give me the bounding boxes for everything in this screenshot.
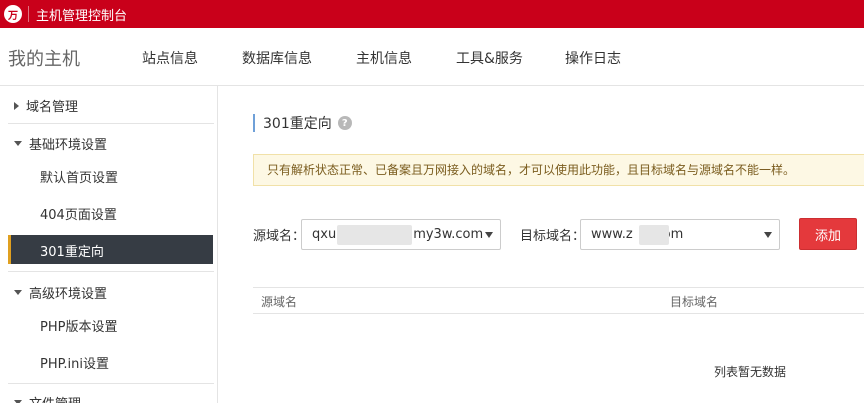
top-bar: 万 主机管理控制台 [0, 0, 864, 28]
sidebar-group-domain[interactable]: 域名管理 [14, 96, 78, 115]
caret-down-icon [14, 290, 22, 295]
divider [28, 6, 29, 22]
column-header-target: 目标域名 [670, 295, 719, 309]
sidebar-group-label: 基础环境设置 [29, 138, 108, 153]
notice-banner: 只有解析状态正常、已备案且万网接入的域名，才可以使用此功能，且目标域名与源域名不… [253, 154, 864, 186]
redaction-mask [337, 225, 412, 245]
logo-icon: 万 [4, 5, 22, 23]
sidebar-group-basic-env[interactable]: 基础环境设置 [14, 134, 107, 153]
redirect-table-header: 源域名 目标域名 [253, 287, 864, 314]
divider [8, 123, 214, 124]
chevron-down-icon [485, 232, 493, 238]
section-title: 301重定向 ? [253, 114, 352, 132]
sidebar: 域名管理 基础环境设置 默认首页设置 404页面设置 301重定向 高级环境设置… [0, 86, 218, 403]
main-navbar: 我的主机 站点信息 数据库信息 主机信息 工具&服务 操作日志 [0, 28, 864, 86]
divider [8, 383, 214, 384]
target-domain-label: 目标域名： [520, 229, 586, 244]
nav-operation-log[interactable]: 操作日志 [565, 48, 621, 68]
target-domain-value: www.z om [591, 227, 684, 242]
help-icon[interactable]: ? [337, 116, 352, 130]
add-button[interactable]: 添加 [799, 218, 857, 250]
source-domain-select[interactable]: qxu my3w.com [301, 219, 501, 250]
divider [8, 271, 214, 272]
sidebar-item-404-page[interactable]: 404页面设置 [40, 204, 117, 223]
sidebar-item-php-ini[interactable]: PHP.ini设置 [40, 353, 109, 372]
sidebar-group-label: 域名管理 [26, 100, 79, 115]
caret-down-icon [14, 141, 22, 146]
nav-tools-services[interactable]: 工具&服务 [456, 48, 523, 68]
main-content: 301重定向 ? 只有解析状态正常、已备案且万网接入的域名，才可以使用此功能，且… [219, 86, 864, 403]
sidebar-item-301-redirect[interactable]: 301重定向 [8, 235, 213, 264]
column-header-source: 源域名 [261, 295, 298, 309]
sidebar-group-label: 文件管理 [29, 393, 81, 403]
nav-host-info[interactable]: 主机信息 [356, 48, 412, 68]
sidebar-item-php-version[interactable]: PHP版本设置 [40, 316, 117, 335]
redaction-mask [639, 225, 669, 245]
nav-site-info[interactable]: 站点信息 [142, 48, 198, 68]
empty-state-text: 列表暂无数据 [714, 365, 787, 379]
source-domain-label: 源域名： [253, 229, 306, 244]
caret-right-icon [14, 101, 19, 110]
sidebar-item-label: 301重定向 [40, 245, 104, 260]
chevron-down-icon [764, 232, 772, 238]
console-title: 主机管理控制台 [36, 8, 128, 24]
nav-database-info[interactable]: 数据库信息 [242, 48, 312, 68]
sidebar-item-default-home[interactable]: 默认首页设置 [40, 167, 118, 186]
target-domain-select[interactable]: www.z om [580, 219, 780, 250]
page-title: 301重定向 [263, 116, 332, 132]
sidebar-group-label: 高级环境设置 [29, 287, 108, 302]
sidebar-group-file-mgmt[interactable]: 文件管理 [14, 393, 81, 403]
brand-title[interactable]: 我的主机 [8, 45, 80, 71]
logo: 万 [0, 0, 26, 28]
sidebar-group-advanced-env[interactable]: 高级环境设置 [14, 283, 107, 302]
